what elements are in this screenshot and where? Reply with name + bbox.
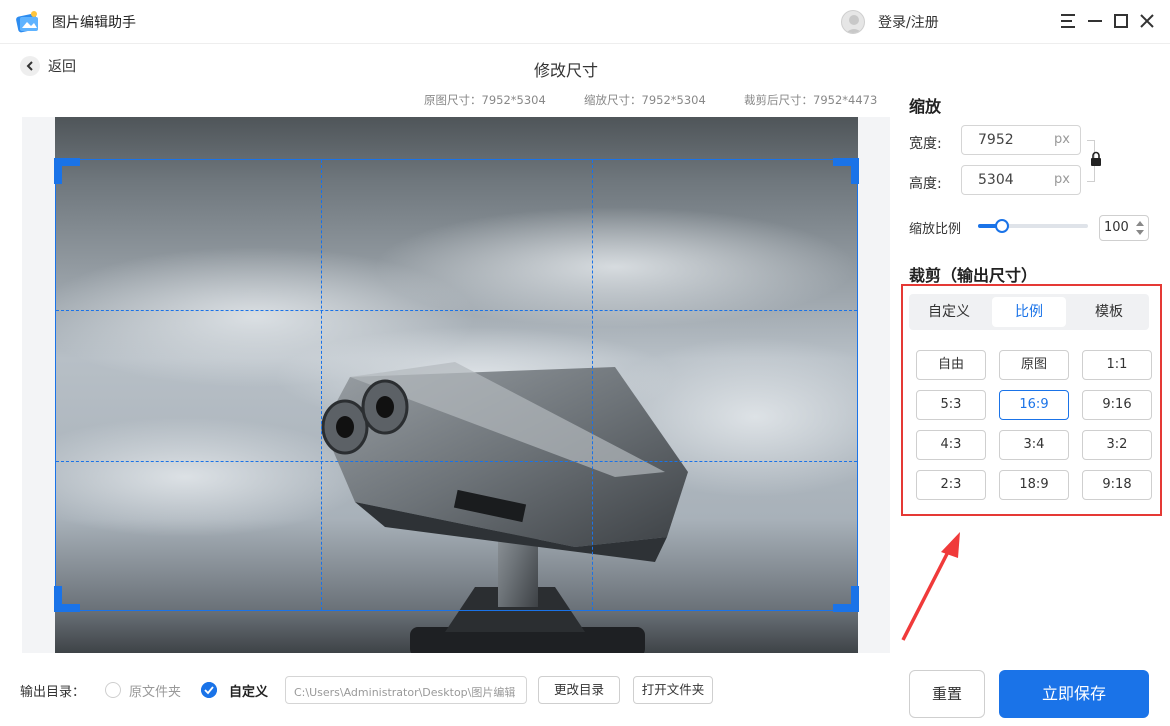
scale-ratio-label: 缩放比例 (909, 222, 962, 237)
app-logo-icon (16, 11, 38, 33)
scale-section-title: 缩放 (909, 97, 942, 116)
crop-grid-line (56, 310, 857, 311)
ratio-button-9-18[interactable]: 9:18 (1082, 470, 1152, 500)
ratio-button-original[interactable]: 原图 (999, 350, 1069, 380)
width-value: 7952 (978, 132, 1014, 148)
crop-handle-bottom-left[interactable] (54, 604, 80, 612)
minimize-icon[interactable] (1084, 10, 1106, 32)
login-link[interactable]: 登录/注册 (878, 12, 939, 32)
ratio-button-18-9[interactable]: 18:9 (999, 470, 1069, 500)
width-unit: px (1054, 132, 1070, 147)
height-unit: px (1054, 172, 1070, 187)
maximize-icon[interactable] (1110, 10, 1132, 32)
scale-slider[interactable] (978, 219, 1088, 233)
crop-box[interactable] (54, 158, 859, 612)
annotation-arrow-icon (901, 532, 960, 641)
crop-handle-top-left[interactable] (54, 158, 80, 166)
ratio-button-5-3[interactable]: 5:3 (916, 390, 986, 420)
reset-button[interactable]: 重置 (909, 670, 985, 718)
ratio-button-4-3[interactable]: 4:3 (916, 430, 986, 460)
radio-custom-label[interactable]: 自定义 (229, 681, 268, 700)
scale-ratio-value: 100 (1104, 220, 1129, 235)
page-title: 修改尺寸 (533, 61, 598, 80)
title-bar: 图片编辑助手 登录/注册 (0, 0, 1170, 44)
spinner-arrows-icon[interactable] (1134, 218, 1146, 238)
scale-ratio-input[interactable]: 100 (1099, 215, 1149, 241)
open-folder-button[interactable]: 打开文件夹 (633, 676, 713, 704)
radio-custom-checked-icon[interactable] (201, 682, 217, 698)
ratio-button-2-3[interactable]: 2:3 (916, 470, 986, 500)
ratio-button-3-2[interactable]: 3:2 (1082, 430, 1152, 460)
ratio-button-3-4[interactable]: 3:4 (999, 430, 1069, 460)
ratio-button-9-16[interactable]: 9:16 (1082, 390, 1152, 420)
menu-icon[interactable] (1058, 10, 1080, 32)
close-icon[interactable] (1136, 10, 1158, 32)
tab-ratio[interactable]: 比例 (992, 297, 1066, 327)
tab-custom[interactable]: 自定义 (912, 297, 986, 327)
crop-tab-bar: 自定义 比例 模板 (909, 294, 1149, 330)
crop-handle-top-right[interactable] (833, 158, 859, 166)
output-path-input[interactable]: C:\Users\Administrator\Desktop\图片编辑 (285, 676, 527, 704)
radio-original-folder[interactable] (105, 682, 121, 698)
crop-grid-line (56, 461, 857, 462)
output-dir-label: 输出目录： (20, 685, 86, 700)
ratio-button-16-9[interactable]: 16:9 (999, 390, 1069, 420)
crop-grid-line (321, 160, 322, 610)
crop-handle-bottom-right[interactable] (833, 604, 859, 612)
user-icon (845, 15, 863, 33)
app-title: 图片编辑助手 (52, 15, 136, 31)
crop-section-title: 裁剪（输出尺寸） (909, 266, 1038, 285)
scaled-size-text: 缩放尺寸：7952*5304 (584, 93, 706, 107)
tab-template[interactable]: 模板 (1072, 297, 1146, 327)
width-input[interactable]: 7952 px (961, 125, 1081, 155)
change-dir-button[interactable]: 更改目录 (538, 676, 620, 704)
ratio-button-1-1[interactable]: 1:1 (1082, 350, 1152, 380)
height-input[interactable]: 5304 px (961, 165, 1081, 195)
ratio-button-free[interactable]: 自由 (916, 350, 986, 380)
width-label: 宽度: (909, 136, 942, 152)
height-label: 高度: (909, 176, 942, 192)
radio-original-folder-label[interactable]: 原文件夹 (129, 681, 181, 700)
cropped-size-text: 裁剪后尺寸：7952*4473 (744, 93, 878, 107)
original-size-text: 原图尺寸：7952*5304 (424, 93, 546, 107)
crop-grid-line (592, 160, 593, 610)
scale-slider-thumb[interactable] (995, 219, 1010, 233)
save-button[interactable]: 立即保存 (999, 670, 1149, 718)
lock-icon[interactable] (1089, 151, 1103, 167)
avatar[interactable] (841, 10, 865, 34)
height-value: 5304 (978, 172, 1014, 188)
